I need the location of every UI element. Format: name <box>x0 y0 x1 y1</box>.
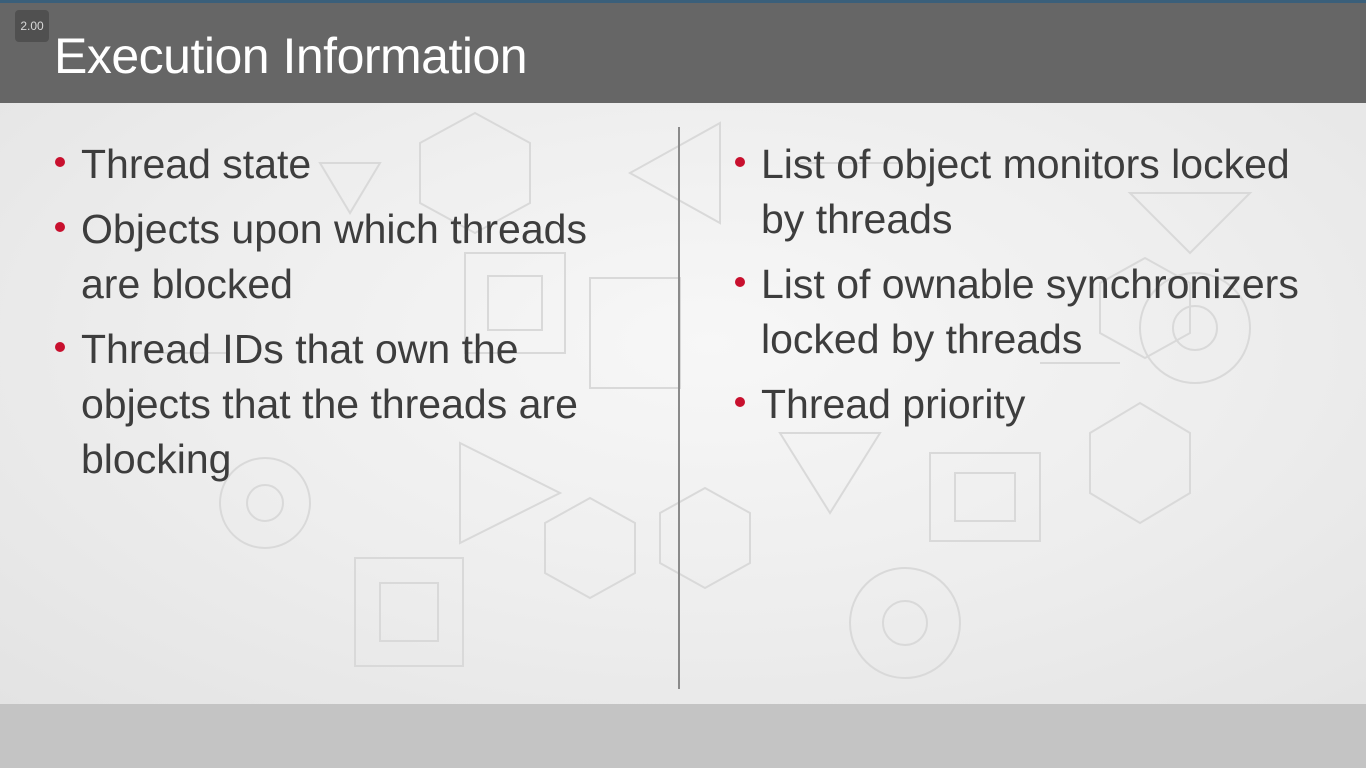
bullet-dot-icon <box>735 277 745 287</box>
bullet-dot-icon <box>735 157 745 167</box>
bullet-text: List of object monitors locked by thread… <box>761 141 1290 242</box>
slide-title: Execution Information <box>54 28 528 84</box>
bullet-item: Thread IDs that own the objects that the… <box>52 322 652 487</box>
bullet-dot-icon <box>55 342 65 352</box>
playback-speed-badge[interactable]: 2.00 <box>15 10 49 42</box>
column-divider <box>678 127 680 689</box>
bullet-dot-icon <box>55 157 65 167</box>
bullet-text: Thread priority <box>761 381 1026 427</box>
bullet-text: List of ownable synchronizers locked by … <box>761 261 1299 362</box>
bullet-text: Thread state <box>81 141 312 187</box>
bullet-item: List of object monitors locked by thread… <box>732 137 1332 247</box>
slide-body: Thread state Objects upon which threads … <box>0 103 1366 704</box>
left-bullet-list: Thread state Objects upon which threads … <box>52 137 652 497</box>
bullet-item: List of ownable synchronizers locked by … <box>732 257 1332 367</box>
bullet-dot-icon <box>55 222 65 232</box>
right-bullet-list: List of object monitors locked by thread… <box>732 137 1332 442</box>
bullet-text: Thread IDs that own the objects that the… <box>81 326 578 482</box>
bullet-item: Thread state <box>52 137 652 192</box>
slide-header: Execution Information <box>0 3 1366 103</box>
bullet-item: Thread priority <box>732 377 1332 432</box>
bullet-text: Objects upon which threads are blocked <box>81 206 587 307</box>
bullet-item: Objects upon which threads are blocked <box>52 202 652 312</box>
bullet-dot-icon <box>735 397 745 407</box>
player-bottom-bar <box>0 704 1366 768</box>
